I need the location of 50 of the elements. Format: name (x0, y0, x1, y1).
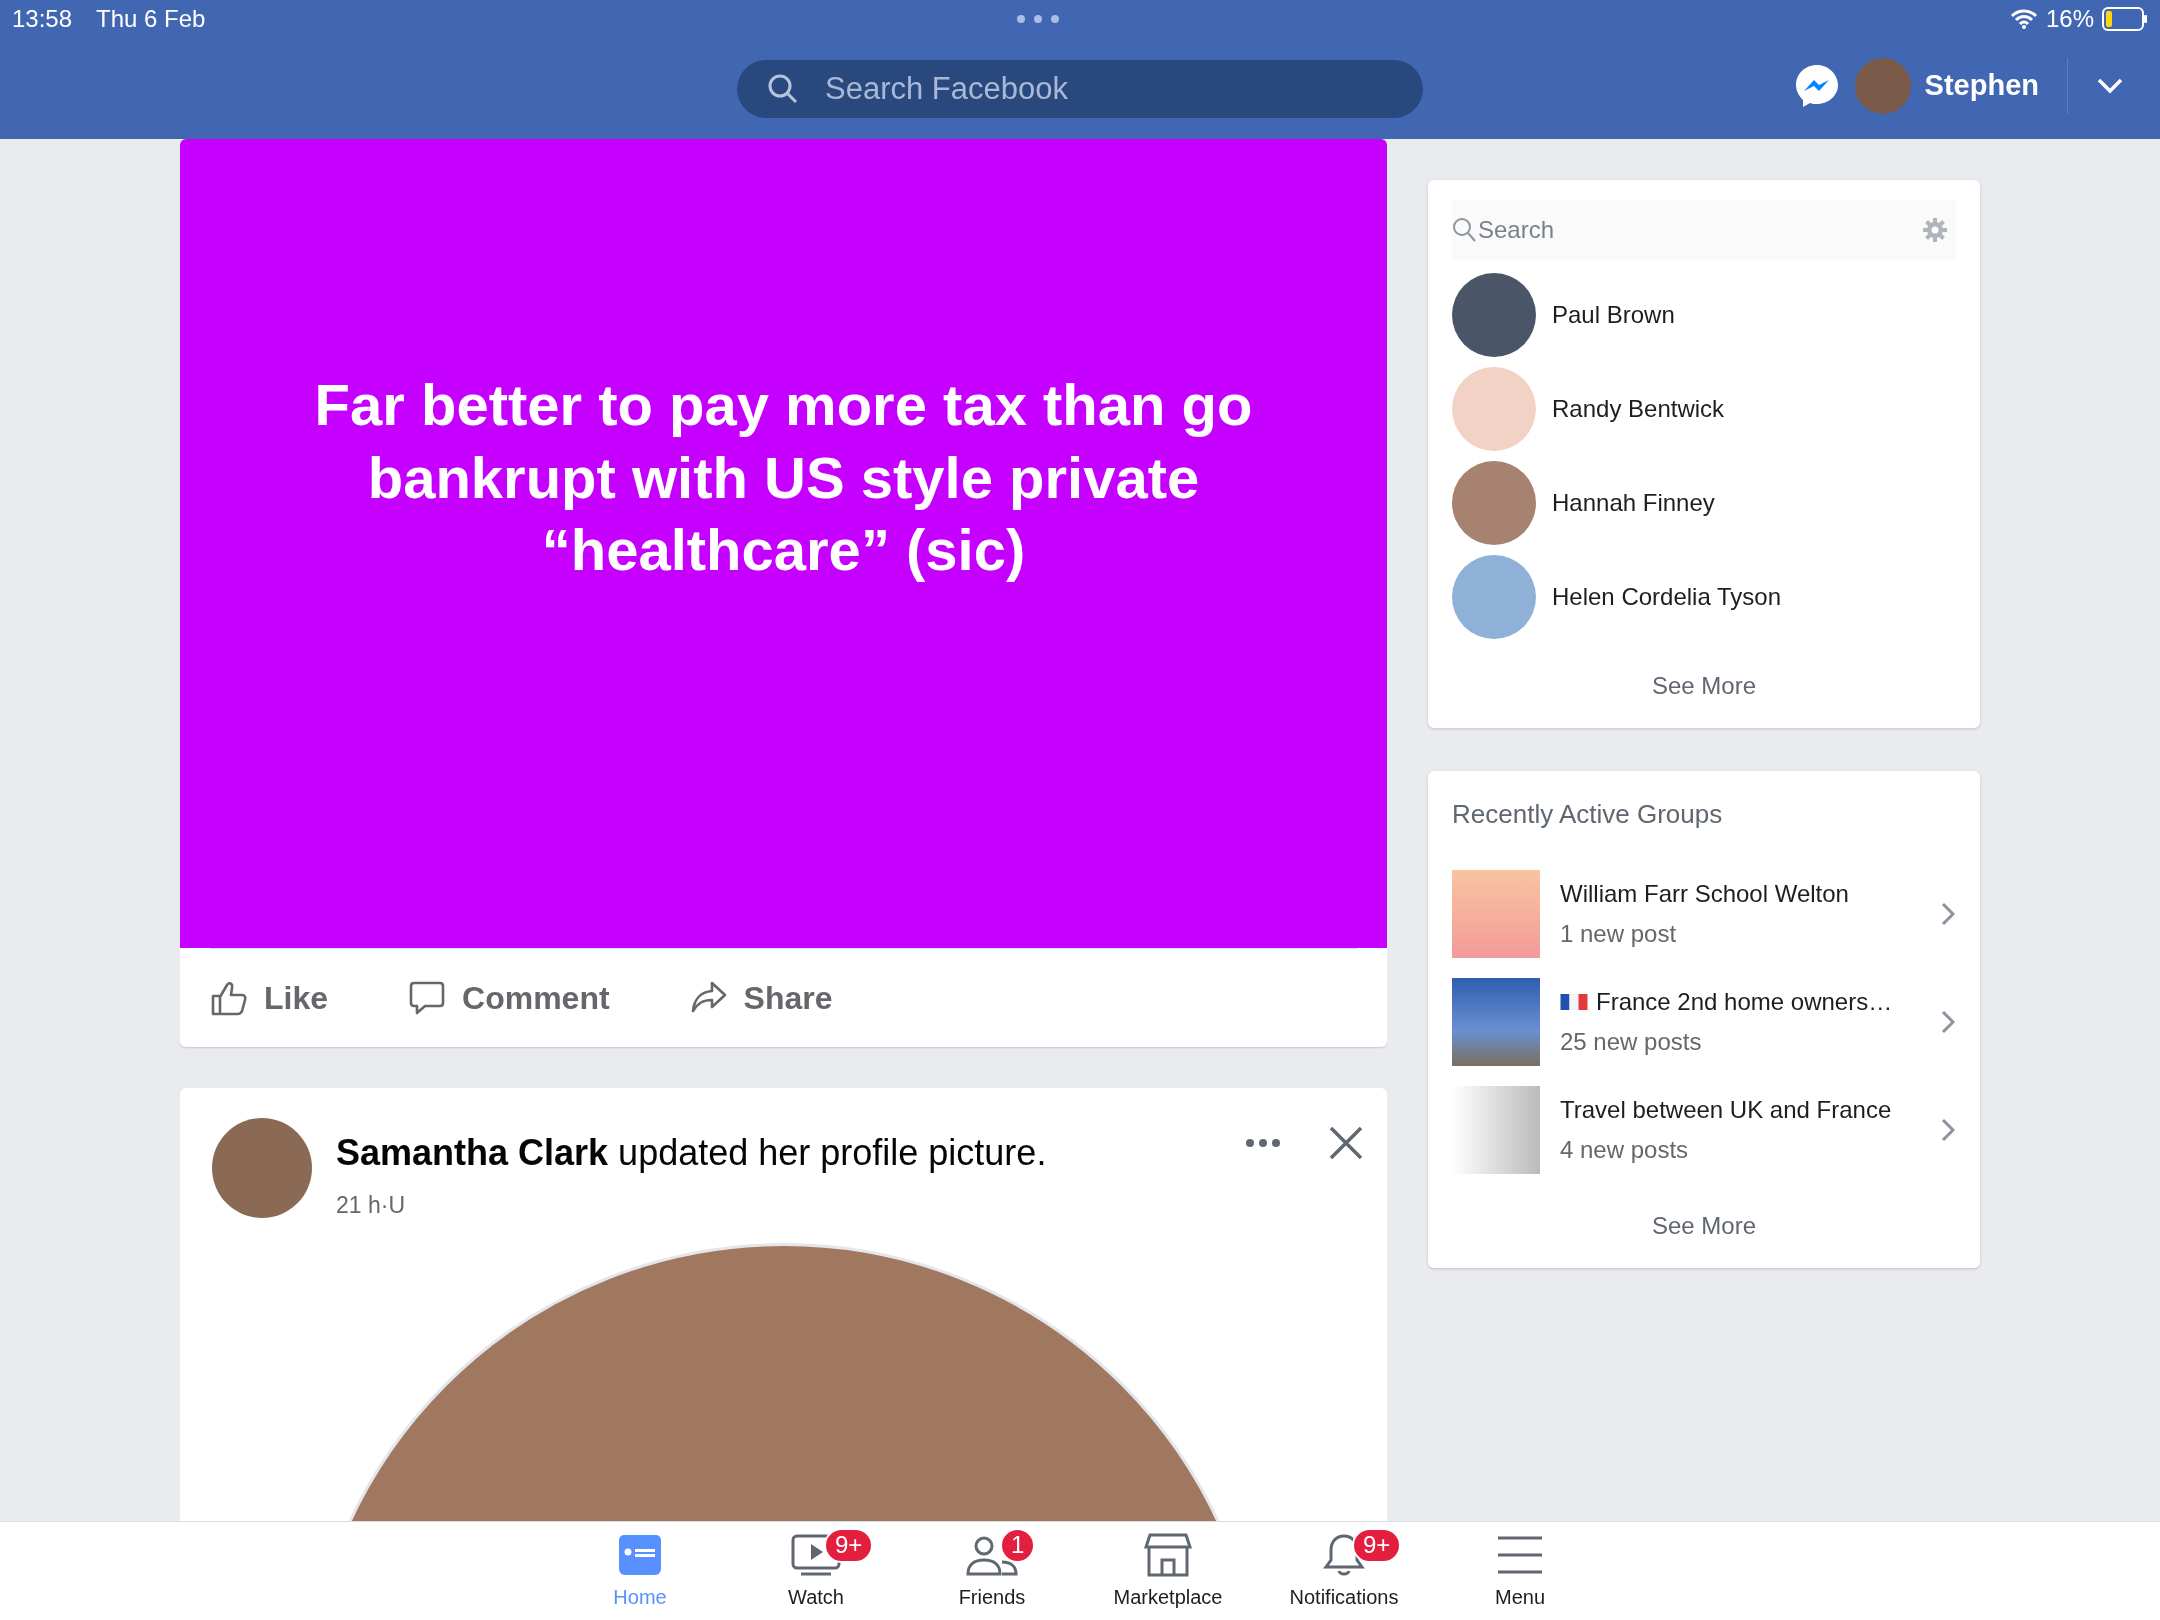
post-meta: 21 h·U (336, 1191, 407, 1220)
contact-item[interactable]: Paul Brown (1452, 268, 1956, 362)
group-name: William Farr School Welton (1560, 879, 1850, 909)
contact-item[interactable]: Hannah Finney (1452, 456, 1956, 550)
news-feed-icon (617, 1532, 663, 1578)
see-more-link[interactable]: See More (1452, 1184, 1956, 1252)
groups-heading: Recently Active Groups (1452, 798, 1724, 831)
group-name: Travel between UK and France (1560, 1095, 1893, 1125)
group-activity: 25 new posts (1560, 1027, 1703, 1057)
group-item[interactable]: William Farr School Welton 1 new post (1452, 860, 1956, 968)
speech-bubble-icon (408, 979, 447, 1017)
thumbs-up-icon (210, 979, 248, 1017)
group-name: France 2nd home owners… (1596, 987, 1893, 1017)
more-options-icon[interactable] (1245, 1138, 1281, 1148)
tab-bar-item[interactable]: Watch 9+ (728, 1522, 904, 1620)
share-button[interactable]: Share (689, 974, 833, 1022)
wifi-icon (2009, 8, 2038, 30)
search-icon (1452, 217, 1476, 243)
group-item[interactable]: France 2nd home owners… 25 new posts (1452, 968, 1956, 1076)
chevron-down-icon[interactable] (2096, 77, 2124, 95)
close-icon[interactable] (1329, 1126, 1363, 1160)
tab-bar-item[interactable]: Friends 1 (904, 1522, 1080, 1620)
three-dots-icon[interactable] (1015, 14, 1060, 24)
comment-button[interactable]: Comment (408, 974, 610, 1022)
contacts-search-field[interactable]: Search (1452, 200, 1956, 260)
group-item[interactable]: Travel between UK and France 4 new posts (1452, 1076, 1956, 1184)
like-button[interactable]: Like (210, 974, 329, 1022)
group-activity: 4 new posts (1560, 1135, 1690, 1165)
notification-badge: 1 (1000, 1528, 1036, 1563)
group-activity: 1 new post (1560, 919, 1678, 949)
storefront-icon (1144, 1532, 1192, 1578)
status-time: 13:58 (12, 4, 73, 34)
notification-badge: 9+ (824, 1528, 874, 1563)
tab-bar-item[interactable]: Menu (1432, 1522, 1608, 1620)
post-headline: Samantha Clark updated her profile picture. (336, 1131, 1048, 1175)
chevron-right-icon (1940, 1009, 1956, 1035)
chevron-right-icon (1940, 901, 1956, 927)
tab-bar-item[interactable]: Marketplace (1080, 1522, 1256, 1620)
post-text: Far better to pay more tax than go bankrupt with US style private “healthcare” (sic) (313, 371, 1254, 584)
see-more-link[interactable]: See More (1452, 644, 1956, 712)
notification-badge: 9+ (1352, 1528, 1402, 1563)
battery-percentage: 16% (2045, 4, 2094, 34)
chevron-right-icon (1940, 1117, 1956, 1143)
battery-icon (2102, 7, 2148, 31)
contact-item[interactable]: Randy Bentwick (1452, 362, 1956, 456)
status-date: Thu 6 Feb (96, 4, 206, 34)
tab-bar-item[interactable]: Notifications 9+ (1256, 1522, 1432, 1620)
search-field[interactable]: Search Facebook (737, 59, 1423, 118)
contact-item[interactable]: Helen Cordelia Tyson (1452, 550, 1956, 644)
user-name[interactable]: Stephen (1924, 63, 2039, 109)
